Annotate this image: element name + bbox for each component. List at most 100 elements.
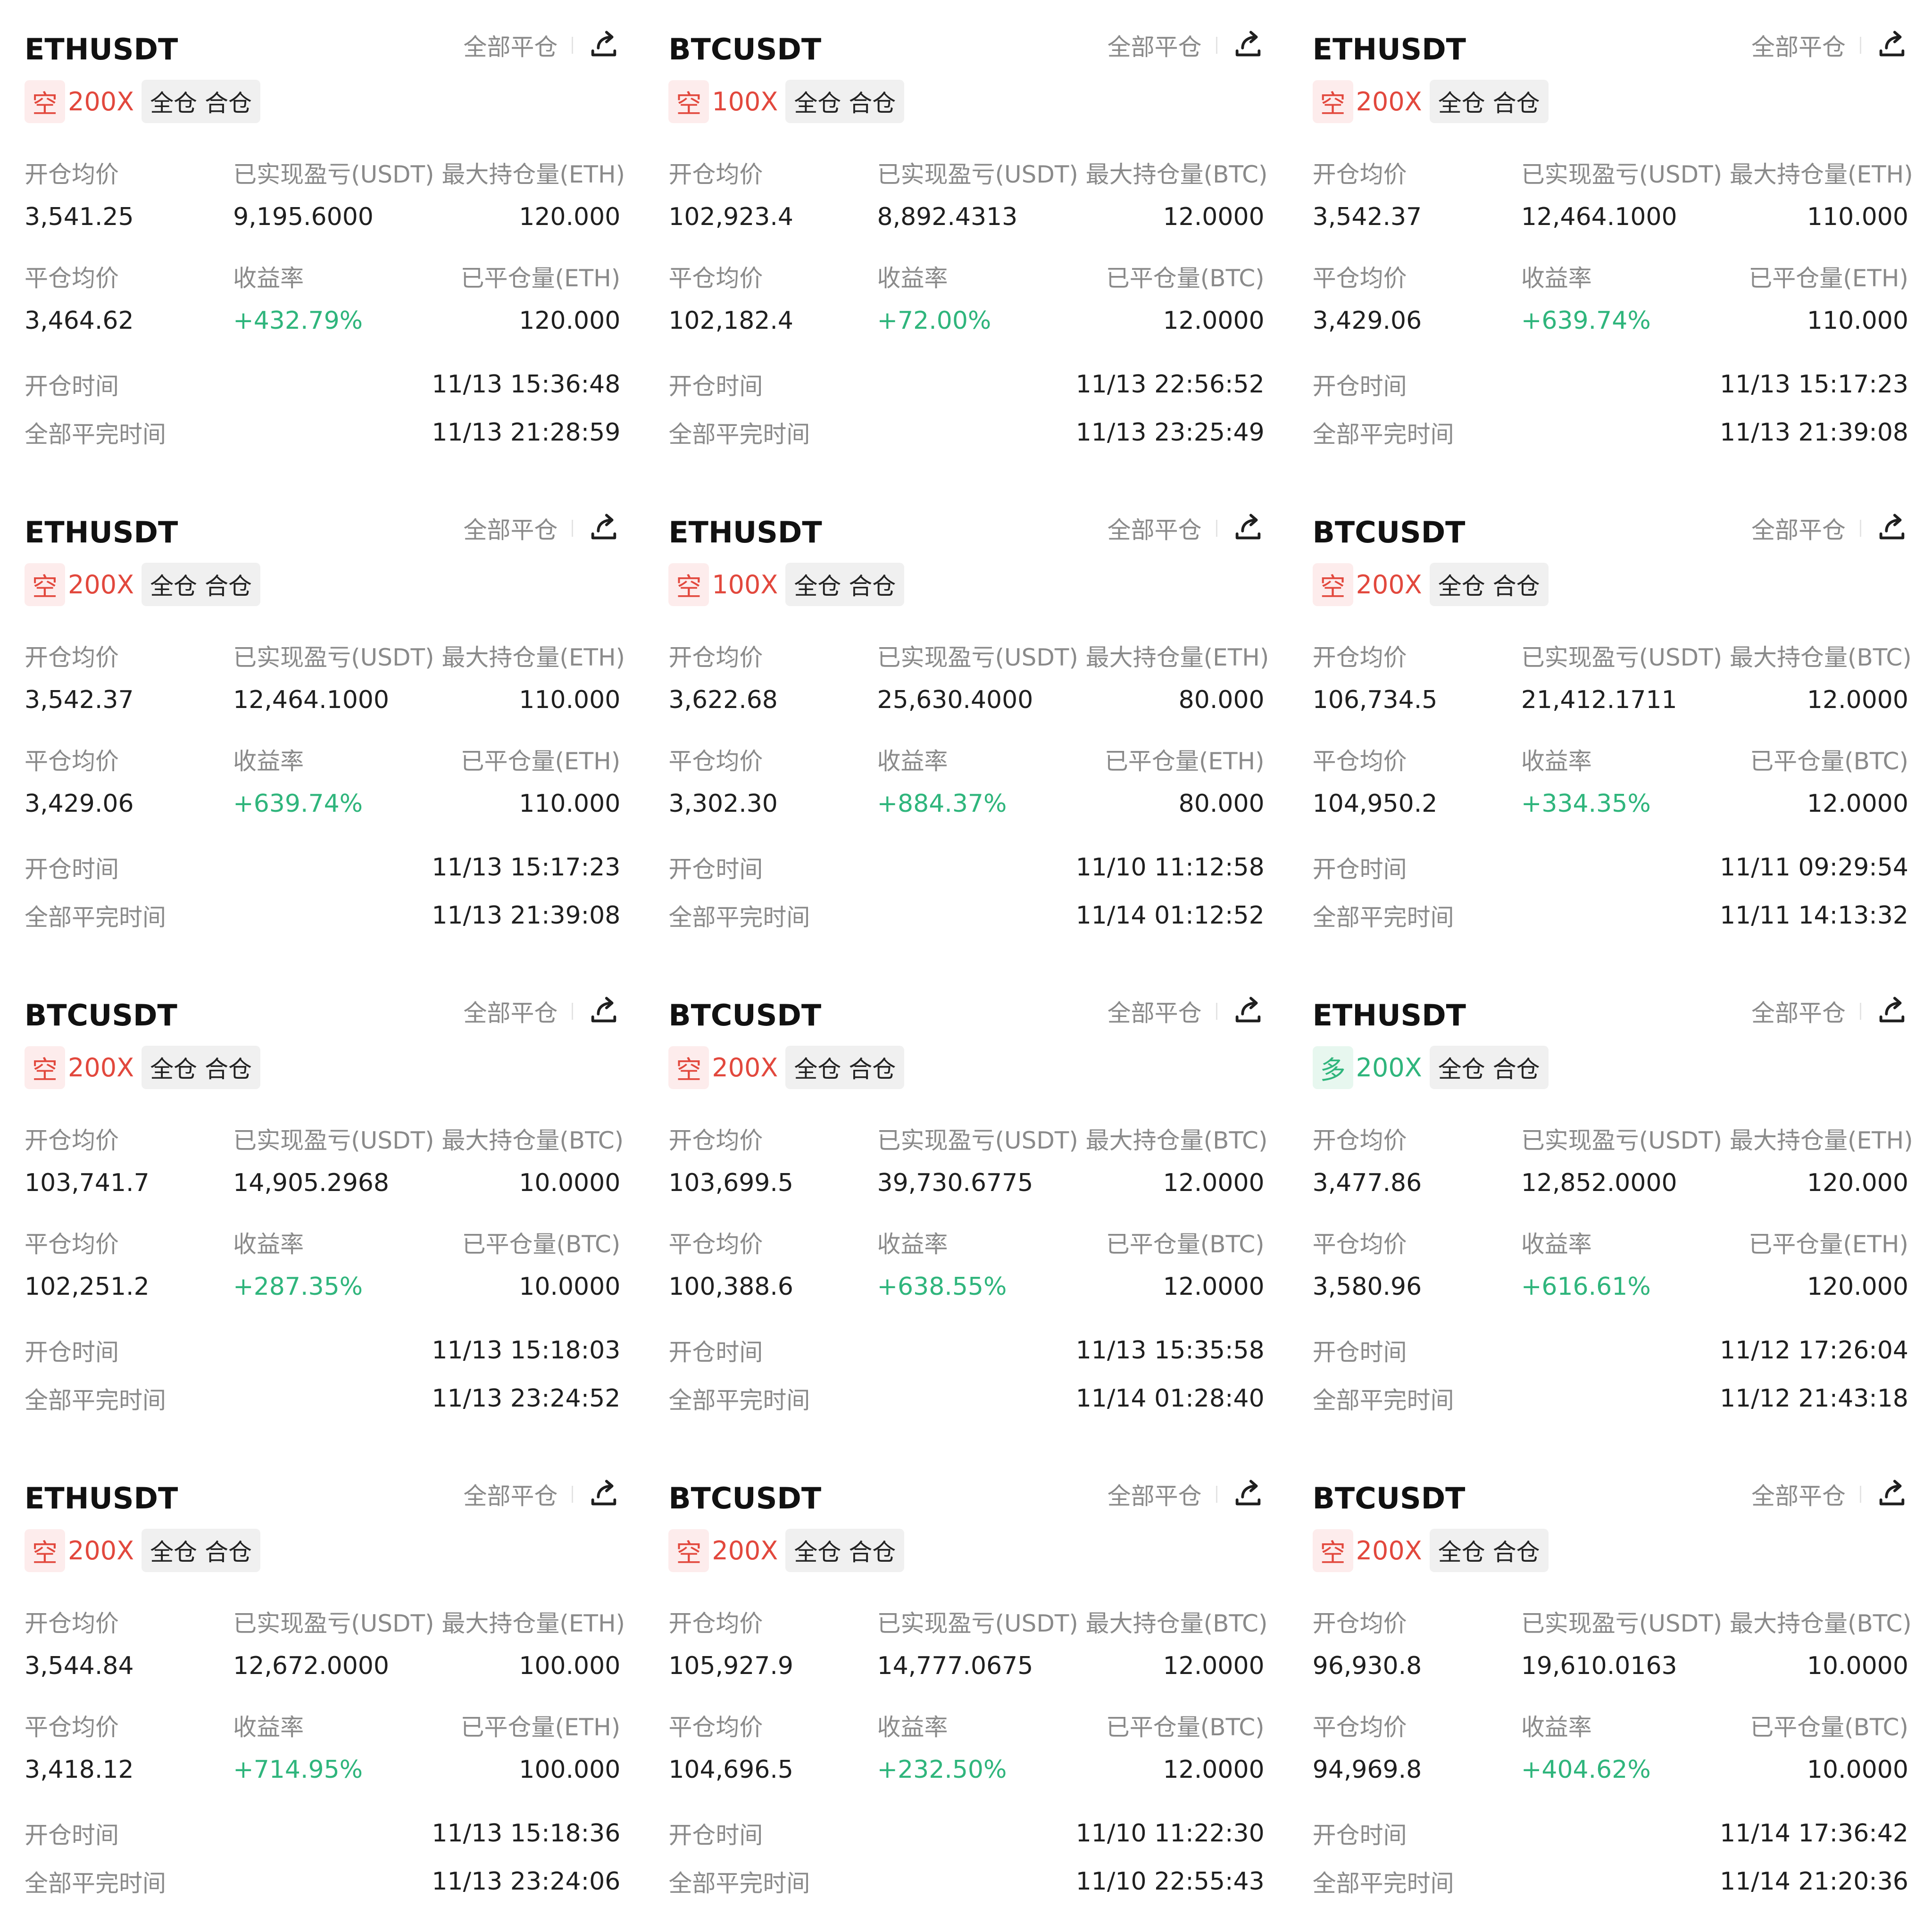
closed-qty-label: 已平仓量(ETH) <box>460 748 621 775</box>
share-icon[interactable] <box>1232 512 1265 545</box>
open-avg-value: 106,734.5 <box>1312 686 1438 714</box>
roi-label: 收益率 <box>1521 1714 1592 1741</box>
open-avg-label: 开仓均价 <box>1312 1610 1407 1637</box>
position-card: BTCUSDT 全部平仓 空 100X 全仓 合仓 开仓均价 102,923.4 <box>644 0 1288 483</box>
close-all-button[interactable]: 全部平仓 <box>463 511 558 545</box>
closed-qty-value: 120.000 <box>1807 1273 1908 1301</box>
close-all-button[interactable]: 全部平仓 <box>1751 1477 1846 1511</box>
realized-pnl-value: 14,777.0675 <box>877 1652 1033 1680</box>
leverage-label: 200X <box>712 1535 778 1566</box>
open-avg-label: 开仓均价 <box>25 161 119 188</box>
share-icon[interactable] <box>587 995 620 1028</box>
card-header: BTCUSDT 全部平仓 <box>668 28 1264 75</box>
share-icon[interactable] <box>1232 995 1265 1028</box>
share-icon[interactable] <box>1875 29 1908 62</box>
share-icon[interactable] <box>1875 512 1908 545</box>
realized-pnl-label: 已实现盈亏(USDT) <box>233 161 434 188</box>
close-avg-label: 平仓均价 <box>25 265 119 292</box>
share-icon[interactable] <box>1875 995 1908 1028</box>
share-icon[interactable] <box>1232 29 1265 62</box>
close-all-button[interactable]: 全部平仓 <box>1751 28 1846 62</box>
open-avg-value: 96,930.8 <box>1312 1652 1422 1680</box>
close-time-row: 全部平完时间 11/13 23:24:06 <box>25 1860 620 1903</box>
max-position-value: 10.0000 <box>1807 1652 1908 1680</box>
close-all-button[interactable]: 全部平仓 <box>1751 994 1846 1028</box>
close-time-label: 全部平完时间 <box>1312 904 1454 931</box>
close-time-label: 全部平完时间 <box>25 421 166 448</box>
direction-badge: 空 <box>1312 1529 1353 1572</box>
position-tags: 多 200X 全仓 合仓 <box>1312 1046 1908 1089</box>
max-position-label: 最大持仓量(BTC) <box>1085 161 1268 188</box>
position-tags: 空 200X 全仓 合仓 <box>668 1529 1264 1572</box>
open-time-row: 开仓时间 11/11 09:29:54 <box>1313 846 1908 889</box>
close-all-button[interactable]: 全部平仓 <box>1108 994 1202 1028</box>
close-all-button[interactable]: 全部平仓 <box>463 28 558 62</box>
close-avg-label: 平仓均价 <box>1312 1231 1407 1258</box>
stats-row-2: 平仓均价 3,464.62 收益率 +432.79% 已平仓量(ETH) 120… <box>25 259 620 335</box>
closed-qty-value: 12.0000 <box>1807 790 1908 818</box>
stats-row-2: 平仓均价 3,580.96 收益率 +616.61% 已平仓量(ETH) 120… <box>1313 1225 1908 1301</box>
max-position-label: 最大持仓量(ETH) <box>1085 644 1269 671</box>
closed-qty-value: 10.0000 <box>1807 1756 1908 1784</box>
close-avg-value: 3,302.30 <box>668 790 778 818</box>
close-all-button[interactable]: 全部平仓 <box>1751 511 1846 545</box>
max-position-label: 最大持仓量(BTC) <box>1729 1610 1912 1637</box>
position-tags: 空 200X 全仓 合仓 <box>25 1046 620 1089</box>
closed-qty-label: 已平仓量(BTC) <box>1106 1231 1265 1258</box>
close-time-row: 全部平完时间 11/13 21:39:08 <box>25 894 620 937</box>
position-stats: 开仓均价 103,699.5 已实现盈亏(USDT) 39,730.6775 最… <box>668 1122 1267 1420</box>
open-time-label: 开仓时间 <box>1312 373 1407 400</box>
close-all-button[interactable]: 全部平仓 <box>1108 511 1202 545</box>
open-avg-value: 103,699.5 <box>668 1169 793 1197</box>
open-avg-value: 3,622.68 <box>668 686 778 714</box>
share-icon[interactable] <box>587 29 620 62</box>
position-tags: 空 200X 全仓 合仓 <box>25 563 620 606</box>
roi-label: 收益率 <box>877 265 948 292</box>
closed-qty-value: 110.000 <box>1807 307 1908 335</box>
roi-value: +287.35% <box>233 1273 363 1301</box>
leverage-label: 200X <box>68 86 134 117</box>
close-all-button[interactable]: 全部平仓 <box>1108 1477 1202 1511</box>
position-stats: 开仓均价 3,622.68 已实现盈亏(USDT) 25,630.4000 最大… <box>668 639 1269 937</box>
direction-badge: 多 <box>1312 1046 1353 1089</box>
share-icon[interactable] <box>587 1478 620 1511</box>
position-stats: 开仓均价 102,923.4 已实现盈亏(USDT) 8,892.4313 最大… <box>668 156 1268 454</box>
share-icon[interactable] <box>587 512 620 545</box>
stats-row-2: 平仓均价 94,969.8 收益率 +404.62% 已平仓量(BTC) 10.… <box>1313 1708 1908 1784</box>
closed-qty-label: 已平仓量(ETH) <box>460 1714 621 1741</box>
share-icon[interactable] <box>1875 1478 1908 1511</box>
open-avg-label: 开仓均价 <box>25 1127 119 1154</box>
stats-row-1: 开仓均价 3,622.68 已实现盈亏(USDT) 25,630.4000 最大… <box>668 639 1269 714</box>
closed-qty-label: 已平仓量(BTC) <box>462 1231 621 1258</box>
card-actions: 全部平仓 <box>463 511 620 545</box>
realized-pnl-value: 8,892.4313 <box>877 203 1018 231</box>
realized-pnl-value: 12,464.1000 <box>233 686 389 714</box>
max-position-label: 最大持仓量(ETH) <box>441 1610 625 1637</box>
card-actions: 全部平仓 <box>1751 511 1908 545</box>
share-icon[interactable] <box>1232 1478 1265 1511</box>
close-time-value: 11/14 01:28:40 <box>1075 1384 1265 1413</box>
position-stats: 开仓均价 103,741.7 已实现盈亏(USDT) 14,905.2968 最… <box>25 1122 624 1420</box>
open-avg-label: 开仓均价 <box>668 1610 763 1637</box>
card-actions: 全部平仓 <box>1751 1477 1908 1511</box>
close-time-row: 全部平完时间 11/13 21:39:08 <box>1313 411 1908 454</box>
close-all-button[interactable]: 全部平仓 <box>463 1477 558 1511</box>
card-actions: 全部平仓 <box>463 1477 620 1511</box>
closed-qty-label: 已平仓量(ETH) <box>460 265 621 292</box>
closed-qty-label: 已平仓量(BTC) <box>1750 1714 1908 1741</box>
close-all-button[interactable]: 全部平仓 <box>463 994 558 1028</box>
realized-pnl-label: 已实现盈亏(USDT) <box>877 1127 1078 1154</box>
divider <box>572 1003 574 1020</box>
realized-pnl-label: 已实现盈亏(USDT) <box>1521 1610 1723 1637</box>
open-time-row: 开仓时间 11/13 15:35:58 <box>668 1329 1264 1372</box>
card-header: BTCUSDT 全部平仓 <box>1313 511 1908 558</box>
close-all-button[interactable]: 全部平仓 <box>1108 28 1202 62</box>
roi-value: +72.00% <box>877 307 991 335</box>
stats-row-2: 平仓均价 104,950.2 收益率 +334.35% 已平仓量(BTC) 12… <box>1313 742 1908 818</box>
open-avg-value: 3,542.37 <box>1312 203 1422 231</box>
card-actions: 全部平仓 <box>1108 28 1265 62</box>
card-actions: 全部平仓 <box>1751 28 1908 62</box>
realized-pnl-label: 已实现盈亏(USDT) <box>233 1127 434 1154</box>
position-tags: 空 200X 全仓 合仓 <box>25 1529 620 1572</box>
divider <box>572 520 574 537</box>
